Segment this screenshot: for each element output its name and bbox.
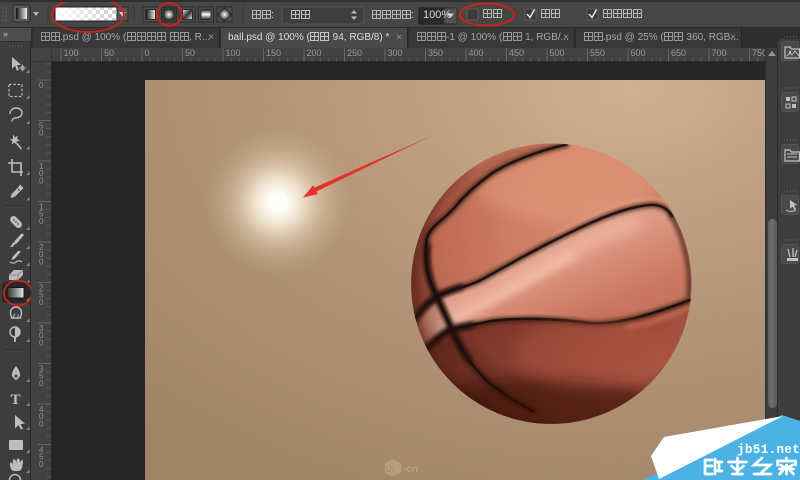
svg-text:T: T [11,392,21,408]
svg-text:0: 0 [39,331,44,340]
svg-text:200: 200 [307,48,322,58]
svg-text:5: 5 [39,291,44,300]
svg-text:50: 50 [104,48,114,58]
svg-text:150: 150 [266,48,281,58]
svg-text:600: 600 [631,48,646,58]
svg-text:0: 0 [39,169,44,178]
svg-text:0: 0 [39,460,44,469]
svg-text:0: 0 [39,412,44,421]
svg-text:4: 4 [39,446,44,455]
svg-text:0: 0 [39,298,44,307]
svg-text:2: 2 [39,284,44,293]
svg-text:5: 5 [39,210,44,219]
svg-text:5: 5 [39,122,44,131]
svg-text:0: 0 [39,81,44,90]
svg-text:650: 650 [671,48,686,58]
svg-text:700: 700 [712,48,727,58]
svg-text:0: 0 [39,250,44,259]
svg-text:0: 0 [39,176,44,185]
svg-text:0: 0 [39,379,44,388]
svg-text:100: 100 [226,48,241,58]
svg-text:50: 50 [185,48,195,58]
svg-text:2: 2 [39,243,44,252]
svg-text:0: 0 [39,257,44,266]
svg-text:550: 550 [590,48,605,58]
svg-text:450: 450 [509,48,524,58]
svg-text:3: 3 [39,324,44,333]
svg-text:300: 300 [388,48,403,58]
svg-text:0: 0 [39,129,44,138]
svg-text:3: 3 [39,365,44,374]
svg-text:5: 5 [39,453,44,462]
svg-text:0: 0 [39,338,44,347]
svg-text:5: 5 [39,372,44,381]
svg-text:UI: UI [386,464,395,474]
svg-text:1: 1 [39,162,44,171]
svg-text:1: 1 [39,203,44,212]
svg-text:0: 0 [39,217,44,226]
svg-text:jb51.net: jb51.net [737,443,800,457]
svg-text:250: 250 [347,48,362,58]
svg-text:500: 500 [550,48,565,58]
svg-text:400: 400 [469,48,484,58]
svg-text:0: 0 [39,419,44,428]
svg-text:100: 100 [64,48,79,58]
svg-text:4: 4 [39,405,44,414]
svg-text:·cn: ·cn [403,464,418,475]
svg-text:0: 0 [145,48,150,58]
svg-text:350: 350 [428,48,443,58]
